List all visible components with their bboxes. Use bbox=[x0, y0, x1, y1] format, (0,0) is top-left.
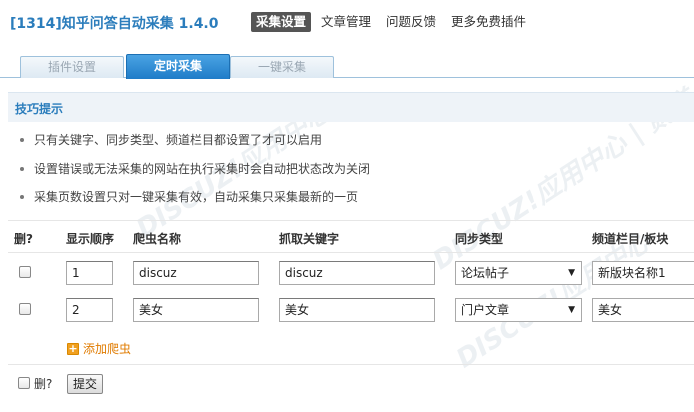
add-crawler-label: 添加爬虫 bbox=[83, 342, 132, 356]
tip-item: 采集页数设置只对一键采集有效，自动采集只采集最新的一页 bbox=[18, 189, 370, 218]
nav-collect-settings[interactable]: 采集设置 bbox=[251, 12, 312, 32]
nav-article-management[interactable]: 文章管理 bbox=[316, 12, 376, 32]
plus-square-icon: + bbox=[67, 341, 79, 355]
channel-select[interactable]: 新版块名称1 bbox=[592, 261, 694, 285]
top-nav: 采集设置 文章管理 问题反馈 更多免费插件 bbox=[251, 12, 536, 32]
app-title: [1314]知乎问答自动采集 1.4.0 bbox=[10, 16, 219, 32]
divider bbox=[8, 252, 694, 253]
table-header: 删? 显示顺序 爬虫名称 抓取关键字 同步类型 频道栏目/板块 bbox=[0, 230, 694, 248]
sync-type-value: 论坛帖子 bbox=[461, 266, 510, 280]
tab-plugin-settings[interactable]: 插件设置 bbox=[20, 56, 124, 78]
order-input[interactable]: 2 bbox=[66, 298, 113, 322]
tip-item: 只有关键字、同步类型、频道栏目都设置了才可以启用 bbox=[18, 132, 370, 161]
tips-list: 只有关键字、同步类型、频道栏目都设置了才可以启用 设置错误或无法采集的网站在执行… bbox=[18, 132, 370, 218]
channel-value: 新版块名称1 bbox=[598, 266, 666, 280]
crawler-name-input[interactable]: discuz bbox=[133, 261, 259, 285]
table-row: 1 discuz discuz 论坛帖子 ▼ 新版块名称1 bbox=[0, 258, 694, 288]
channel-value: 美女 bbox=[598, 303, 623, 317]
top-bar: [1314]知乎问答自动采集 1.4.0 采集设置 文章管理 问题反馈 更多免费… bbox=[0, 0, 694, 44]
order-input[interactable]: 1 bbox=[66, 261, 113, 285]
header-channel: 频道栏目/板块 bbox=[592, 232, 669, 246]
header-keyword: 抓取关键字 bbox=[279, 232, 340, 246]
divider bbox=[8, 364, 694, 365]
nav-feedback[interactable]: 问题反馈 bbox=[381, 12, 441, 32]
sync-type-select[interactable]: 门户文章 ▼ bbox=[455, 298, 582, 322]
delete-all-label: 删? bbox=[34, 377, 53, 391]
submit-button[interactable]: 提交 bbox=[67, 374, 103, 394]
chevron-down-icon: ▼ bbox=[568, 268, 575, 278]
sync-type-select[interactable]: 论坛帖子 ▼ bbox=[455, 261, 582, 285]
tab-scheduled-collect[interactable]: 定时采集 bbox=[126, 54, 230, 79]
keyword-input[interactable]: 美女 bbox=[279, 298, 435, 322]
add-crawler-link[interactable]: + 添加爬虫 bbox=[67, 340, 131, 357]
tab-bar: 插件设置 定时采集 一键采集 bbox=[0, 54, 694, 79]
header-name: 爬虫名称 bbox=[133, 232, 182, 246]
nav-more-plugins[interactable]: 更多免费插件 bbox=[446, 12, 531, 32]
tab-one-click-collect[interactable]: 一键采集 bbox=[230, 56, 334, 78]
tips-title: 技巧提示 bbox=[15, 102, 64, 116]
header-order: 显示顺序 bbox=[66, 232, 115, 246]
header-sync-type: 同步类型 bbox=[455, 232, 504, 246]
row-delete-checkbox[interactable] bbox=[19, 266, 31, 278]
table-row: 2 美女 美女 门户文章 ▼ 美女 bbox=[0, 295, 694, 325]
delete-all-checkbox[interactable] bbox=[18, 377, 30, 389]
tip-item: 设置错误或无法采集的网站在执行采集时会自动把状态改为关闭 bbox=[18, 161, 370, 190]
chevron-down-icon: ▼ bbox=[568, 305, 575, 315]
header-delete: 删? bbox=[14, 232, 33, 246]
keyword-input[interactable]: discuz bbox=[279, 261, 435, 285]
channel-select[interactable]: 美女 bbox=[592, 298, 694, 322]
row-delete-checkbox[interactable] bbox=[19, 303, 31, 315]
sync-type-value: 门户文章 bbox=[461, 303, 510, 317]
crawler-name-input[interactable]: 美女 bbox=[133, 298, 259, 322]
tips-header: 技巧提示 bbox=[8, 92, 694, 122]
divider bbox=[8, 220, 694, 221]
